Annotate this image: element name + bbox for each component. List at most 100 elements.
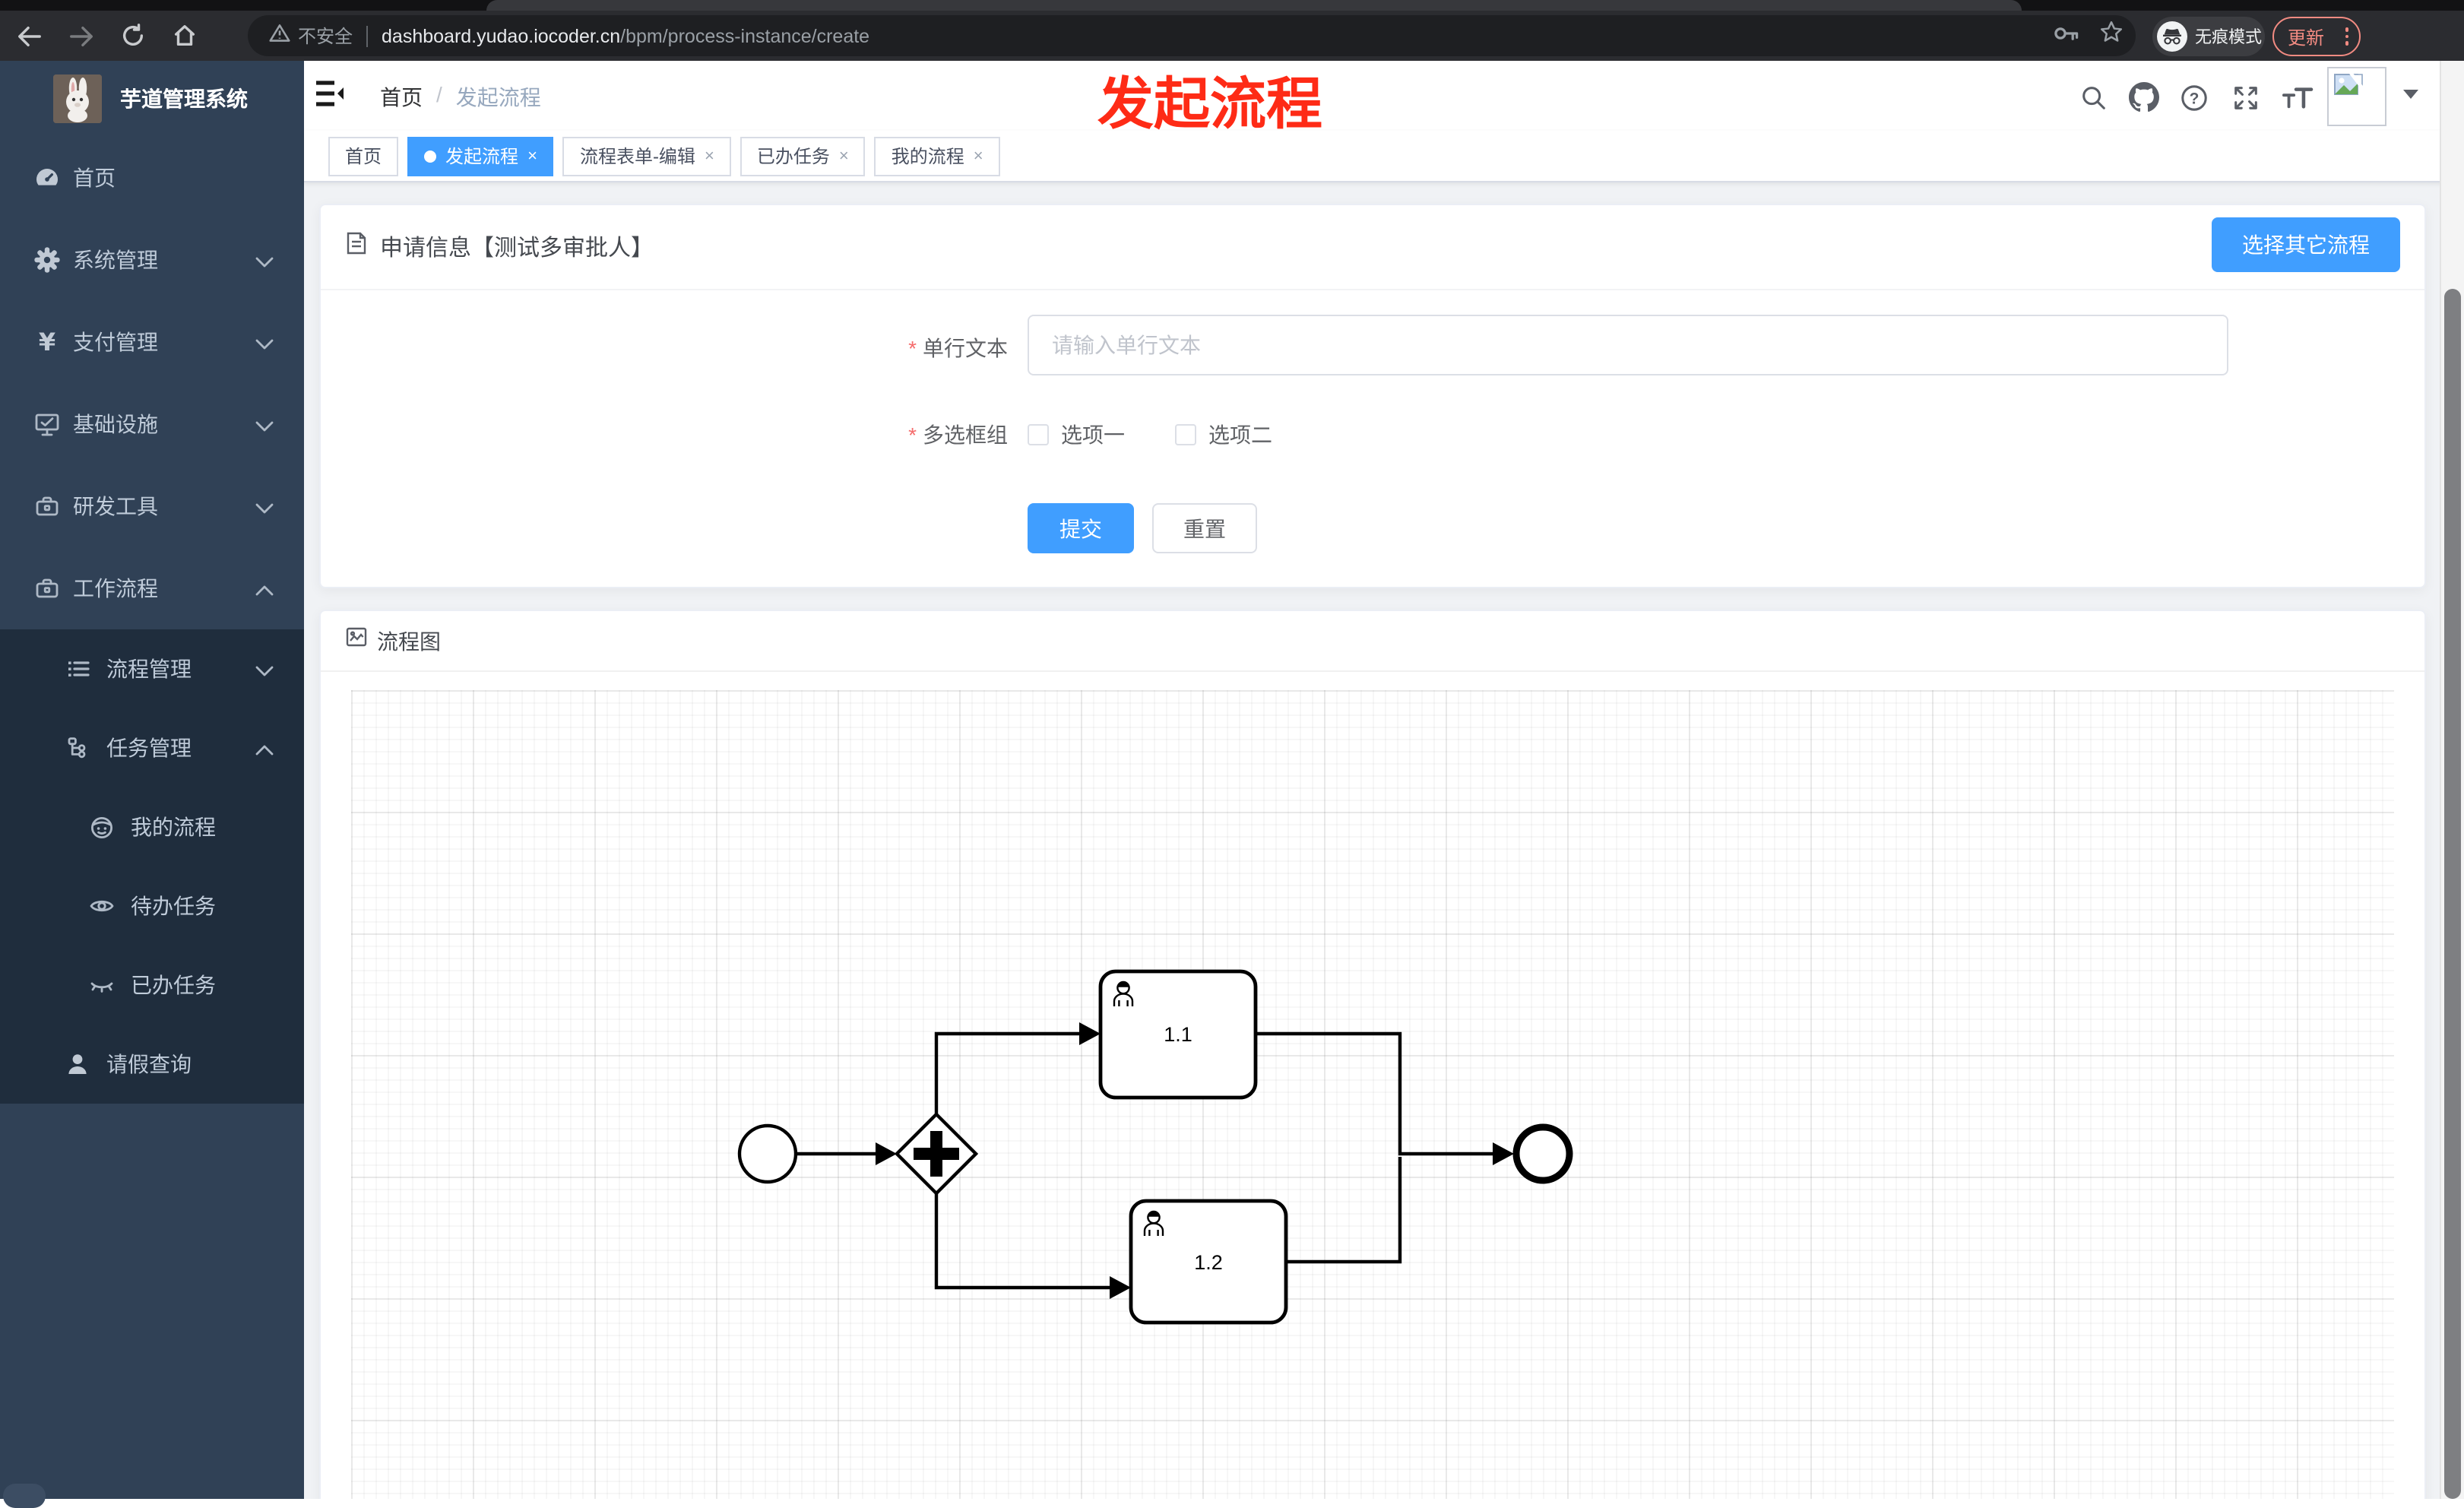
bpmn-end-event[interactable] — [1512, 1123, 1573, 1184]
bpmn-diagram: 1.1 1.2 — [737, 969, 1573, 1325]
app-logo — [53, 74, 102, 123]
avatar-dropdown-caret[interactable] — [2403, 90, 2418, 99]
font-size-icon[interactable] — [2280, 81, 2314, 114]
breadcrumb-current: 发起流程 — [455, 85, 541, 109]
sidebar-item-devtools[interactable]: 研发工具 — [0, 465, 304, 547]
picture-icon — [345, 626, 368, 655]
bpmn-user-task-2[interactable]: 1.2 — [1129, 1199, 1288, 1325]
browser-tab[interactable] — [486, 0, 2022, 11]
process-diagram-card: 流程图 1.1 1.2 — [319, 610, 2426, 1499]
close-icon[interactable]: × — [527, 147, 537, 165]
avatar[interactable] — [2327, 67, 2386, 126]
close-icon[interactable]: × — [705, 147, 714, 165]
browser-update-button[interactable]: 更新 — [2272, 17, 2361, 56]
sidebar-item-label: 任务管理 — [106, 736, 192, 760]
breadcrumb-home[interactable]: 首页 — [380, 82, 423, 112]
reload-button[interactable] — [109, 17, 155, 54]
home-button[interactable] — [161, 17, 207, 54]
sidebar-item-process-mgmt[interactable]: 流程管理 — [0, 629, 304, 708]
sidebar-item-infrastructure[interactable]: 基础设施 — [0, 383, 304, 465]
required-mark: * — [908, 336, 917, 360]
flow-gateway-to-task2 — [934, 1193, 1110, 1290]
bpmn-parallel-gateway[interactable] — [894, 1111, 979, 1196]
tab-start-process[interactable]: 发起流程 × — [407, 136, 554, 176]
bpmn-start-event[interactable] — [737, 1123, 798, 1184]
workflow-submenu: 流程管理 任务管理 我的流程 待办任务 已办任务 请假查询 — [0, 629, 304, 1104]
submit-button[interactable]: 提交 — [1028, 503, 1134, 553]
sidebar-item-workflow[interactable]: 工作流程 — [0, 547, 304, 629]
back-button[interactable] — [6, 17, 52, 54]
toolbox-icon — [33, 493, 61, 520]
breadcrumb-separator: / — [436, 82, 442, 106]
sidebar: 芋道管理系统 首页 系统管理 ¥ 支付管理 基础设施 研发工具 工作流程 流程管… — [0, 61, 304, 1508]
password-key-icon[interactable] — [2054, 22, 2081, 49]
app-logo-row[interactable]: 芋道管理系统 — [0, 61, 304, 137]
url-text[interactable]: dashboard.yudao.iocoder.cn/bpm/process-i… — [382, 25, 869, 46]
checkbox-icon[interactable] — [1175, 424, 1196, 445]
close-icon[interactable]: × — [974, 147, 983, 165]
forward-button[interactable] — [58, 17, 103, 54]
fullscreen-icon[interactable] — [2228, 81, 2262, 114]
eye-closed-icon — [88, 971, 116, 999]
chevron-down-icon — [255, 330, 274, 354]
scrollbar-thumb[interactable] — [2444, 289, 2461, 1499]
checkbox-option-1[interactable]: 选项一 — [1028, 420, 1125, 450]
checkbox-label: 选项二 — [1208, 423, 1272, 447]
tab-label: 已办任务 — [756, 146, 830, 167]
main-area: 首页 / 发起流程 ? 首页 发起流程 × 流程表单-编辑 × 已办任务 × 我… — [304, 61, 2464, 1499]
reset-button[interactable]: 重置 — [1152, 503, 1257, 553]
security-label[interactable]: 不安全 — [298, 23, 353, 49]
yen-icon: ¥ — [33, 328, 61, 356]
tab-process-form-edit[interactable]: 流程表单-编辑 × — [562, 136, 731, 176]
sidebar-item-label: 待办任务 — [131, 894, 216, 918]
sidebar-item-done-tasks[interactable]: 已办任务 — [0, 946, 304, 1025]
browser-menu-icon[interactable] — [2345, 27, 2348, 46]
checkbox-group-label: * 多选框组 — [908, 423, 1008, 447]
sidebar-item-label: 研发工具 — [73, 494, 158, 518]
sidebar-item-home[interactable]: 首页 — [0, 137, 304, 219]
close-icon[interactable]: × — [839, 147, 849, 165]
tab-my-process[interactable]: 我的流程 × — [874, 136, 1000, 176]
arrowhead — [1079, 1022, 1101, 1045]
eye-icon — [88, 892, 116, 920]
diagram-card-header: 流程图 — [321, 611, 2424, 672]
sidebar-item-my-process[interactable]: 我的流程 — [0, 787, 304, 866]
address-bar[interactable]: 不安全 dashboard.yudao.iocoder.cn/bpm/proce… — [248, 15, 2136, 56]
help-icon[interactable]: ? — [2177, 81, 2210, 114]
bookmark-star-icon[interactable] — [2099, 20, 2124, 52]
sidebar-item-task-mgmt[interactable]: 任务管理 — [0, 708, 304, 787]
sidebar-item-label: 系统管理 — [73, 248, 158, 272]
apply-info-title: 申请信息【测试多审批人】 — [380, 236, 654, 261]
sidebar-item-todo-tasks[interactable]: 待办任务 — [0, 866, 304, 946]
list-icon — [64, 655, 91, 683]
svg-text:¥: ¥ — [39, 328, 55, 356]
tab-done-tasks[interactable]: 已办任务 × — [740, 136, 866, 176]
flow-task2-to-end — [1286, 1157, 1402, 1264]
chevron-down-icon — [255, 494, 274, 518]
sidebar-item-label: 工作流程 — [73, 576, 158, 600]
single-line-text-input[interactable] — [1028, 315, 2228, 375]
sidebar-item-system[interactable]: 系统管理 — [0, 219, 304, 301]
sidebar-fold-icon[interactable] — [316, 81, 345, 114]
github-icon[interactable] — [2127, 81, 2160, 114]
face-icon — [88, 813, 116, 841]
bpmn-user-task-1[interactable]: 1.1 — [1098, 969, 1258, 1100]
page-scrollbar[interactable] — [2440, 61, 2464, 1499]
sidebar-item-label: 基础设施 — [73, 412, 158, 436]
checkbox-icon[interactable] — [1028, 424, 1049, 445]
select-other-process-button[interactable]: 选择其它流程 — [2212, 217, 2400, 272]
browser-tab-strip — [0, 0, 2464, 11]
tab-label: 首页 — [345, 146, 382, 167]
checkbox-option-2[interactable]: 选项二 — [1175, 420, 1272, 450]
sidebar-item-leave-query[interactable]: 请假查询 — [0, 1025, 304, 1104]
search-icon[interactable] — [2076, 81, 2110, 114]
tab-home[interactable]: 首页 — [328, 136, 399, 176]
annotation-title: 发起流程 — [1097, 73, 1322, 135]
page: 不安全 dashboard.yudao.iocoder.cn/bpm/proce… — [0, 0, 2464, 1508]
not-secure-warning-icon[interactable] — [269, 22, 290, 49]
sidebar-item-payment[interactable]: ¥ 支付管理 — [0, 301, 304, 383]
arrowhead — [1493, 1142, 1514, 1165]
svg-text:?: ? — [2189, 90, 2199, 107]
active-tab-dot — [424, 150, 437, 162]
bpmn-canvas[interactable]: 1.1 1.2 — [351, 690, 2394, 1499]
